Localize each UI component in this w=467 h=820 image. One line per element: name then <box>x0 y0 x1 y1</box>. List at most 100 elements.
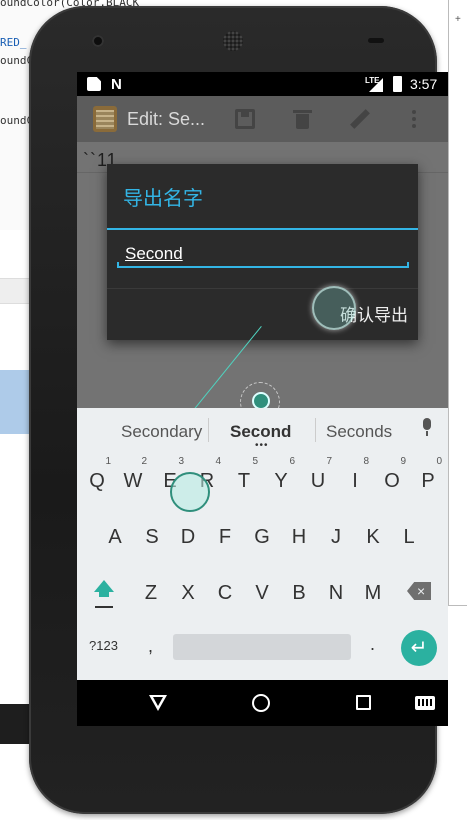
suggestion-divider <box>208 418 209 442</box>
key-number-hint: 3 <box>178 456 184 467</box>
key-label: Z <box>144 582 158 604</box>
key-a[interactable]: A <box>97 510 133 566</box>
key-v[interactable]: V <box>244 566 280 622</box>
key-u[interactable]: 7U <box>300 454 336 510</box>
more-suggestions-indicator: ••• <box>255 440 269 451</box>
key-label: G <box>254 526 270 548</box>
suggestion-item-selected[interactable]: Second <box>230 422 291 442</box>
app-title: Edit: Se... <box>127 109 206 129</box>
notepad-icon[interactable] <box>93 106 117 132</box>
suggestion-item[interactable]: Secondary <box>121 422 202 442</box>
recents-icon[interactable] <box>356 695 371 710</box>
key-s[interactable]: S <box>134 510 170 566</box>
phone-screen: N LTE 3:57 Edit: Se... ``11 导出名字 Second … <box>77 72 448 726</box>
key-number-hint: 4 <box>215 456 221 467</box>
key-o[interactable]: 9O <box>374 454 410 510</box>
key-d[interactable]: D <box>170 510 206 566</box>
export-dialog: 导出名字 Second 确认导出 <box>107 164 418 340</box>
suggestion-item[interactable]: Seconds <box>326 422 392 442</box>
key-label: H <box>291 526 307 548</box>
front-camera <box>92 35 104 47</box>
soft-keyboard: Secondary Second ••• Seconds 1Q 2W 3E 4R… <box>77 408 448 680</box>
code-line: RED_ <box>0 36 27 49</box>
comma-key[interactable]: , <box>148 636 153 657</box>
keyboard-row-4: ?123 , . ↵ <box>77 622 448 678</box>
battery-icon <box>393 76 402 92</box>
delete-icon[interactable] <box>293 109 313 129</box>
home-icon[interactable] <box>252 694 270 712</box>
key-number-hint: 8 <box>363 456 369 467</box>
key-label: C <box>217 582 233 604</box>
more-icon[interactable] <box>411 109 431 129</box>
key-c[interactable]: C <box>207 566 243 622</box>
key-number-hint: 6 <box>289 456 295 467</box>
key-f[interactable]: F <box>207 510 243 566</box>
navigation-bar <box>77 680 448 726</box>
key-t[interactable]: 5T <box>226 454 262 510</box>
key-n[interactable]: N <box>318 566 354 622</box>
backspace-icon[interactable]: × <box>407 582 431 600</box>
key-q[interactable]: 1Q <box>79 454 115 510</box>
key-label: N <box>328 582 344 604</box>
key-g[interactable]: G <box>244 510 280 566</box>
ide-right-panel: + <box>448 0 467 606</box>
key-label: A <box>108 526 122 548</box>
name-input-value: Second <box>125 244 183 263</box>
key-label: L <box>403 526 415 548</box>
key-label: B <box>292 582 306 604</box>
shift-indicator <box>95 606 113 608</box>
network-type-label: LTE <box>365 76 380 85</box>
key-k[interactable]: K <box>355 510 391 566</box>
n-notification-icon: N <box>111 76 122 93</box>
key-label: I <box>352 470 358 492</box>
shift-icon[interactable] <box>93 580 115 606</box>
key-label: S <box>145 526 159 548</box>
key-number-hint: 5 <box>252 456 258 467</box>
key-h[interactable]: H <box>281 510 317 566</box>
dialog-title: 导出名字 <box>123 188 203 210</box>
key-label: O <box>384 470 400 492</box>
key-x[interactable]: X <box>170 566 206 622</box>
save-icon[interactable] <box>235 109 255 129</box>
key-label: V <box>255 582 269 604</box>
enter-key[interactable]: ↵ <box>401 630 437 666</box>
key-number-hint: 7 <box>326 456 332 467</box>
key-l[interactable]: L <box>391 510 427 566</box>
back-icon[interactable] <box>149 695 167 711</box>
key-y[interactable]: 6Y <box>263 454 299 510</box>
app-bar: Edit: Se... <box>77 96 448 142</box>
key-label: J <box>331 526 341 548</box>
key-m[interactable]: M <box>355 566 391 622</box>
key-number-hint: 9 <box>400 456 406 467</box>
key-label: T <box>237 470 251 492</box>
edit-icon[interactable] <box>349 109 369 129</box>
key-i[interactable]: 8I <box>337 454 373 510</box>
key-label: W <box>123 470 143 492</box>
key-label: K <box>366 526 380 548</box>
key-z[interactable]: Z <box>133 566 169 622</box>
key-p[interactable]: 0P <box>410 454 446 510</box>
symbols-key[interactable]: ?123 <box>89 638 118 653</box>
key-label: Q <box>89 470 105 492</box>
key-label: M <box>364 582 382 604</box>
key-label: U <box>310 470 326 492</box>
backspace-glyph: × <box>417 583 426 599</box>
proximity-sensor <box>368 38 384 43</box>
sd-card-icon <box>87 77 101 91</box>
touch-indicator <box>170 472 210 512</box>
mic-icon[interactable] <box>422 418 432 436</box>
earpiece-speaker <box>223 31 243 51</box>
status-bar: N LTE 3:57 <box>77 72 448 96</box>
name-input[interactable]: Second <box>117 242 409 268</box>
key-j[interactable]: J <box>318 510 354 566</box>
panel-mark: + <box>455 14 461 25</box>
key-b[interactable]: B <box>281 566 317 622</box>
key-label: P <box>421 470 435 492</box>
key-w[interactable]: 2W <box>115 454 151 510</box>
keyboard-row-2: A S D F G H J K L <box>77 510 448 566</box>
space-bar[interactable] <box>173 634 351 660</box>
key-number-hint: 1 <box>105 456 111 467</box>
dialog-button-row: 确认导出 <box>107 288 418 340</box>
keyboard-switch-icon[interactable] <box>415 696 435 710</box>
period-key[interactable]: . <box>370 634 375 655</box>
